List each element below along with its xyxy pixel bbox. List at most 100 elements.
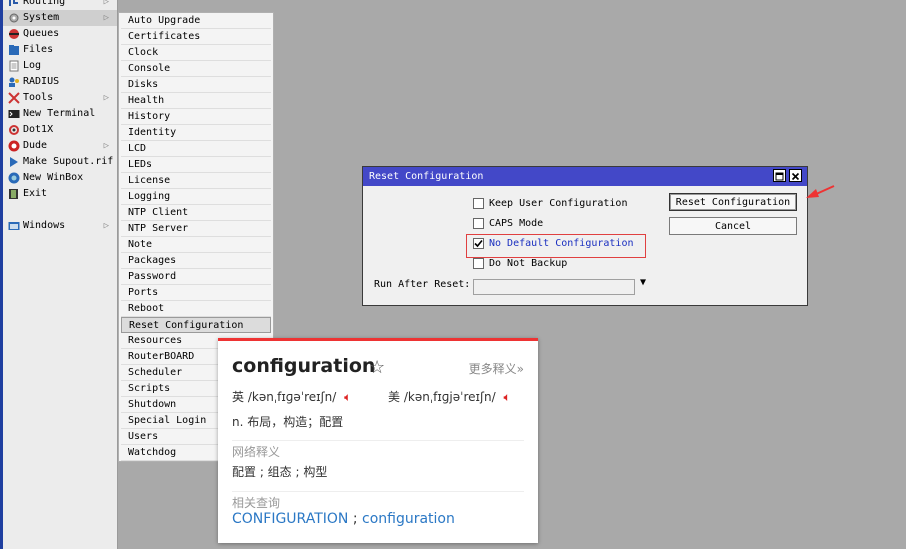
- submenu-item[interactable]: Password: [121, 269, 271, 285]
- submenu-item[interactable]: Disks: [121, 77, 271, 93]
- submenu-label: Packages: [128, 255, 177, 266]
- supout-icon: [10, 157, 18, 167]
- submenu-item[interactable]: Certificates: [121, 29, 271, 45]
- submenu-label: License: [128, 175, 171, 186]
- submenu-label: RouterBOARD: [128, 351, 195, 362]
- menu-item-new-winbox[interactable]: New WinBox: [3, 170, 117, 186]
- radius-icon: [9, 77, 19, 87]
- menu-item-exit[interactable]: Exit: [3, 186, 117, 202]
- menu-item-queues[interactable]: Queues: [3, 26, 117, 42]
- menu-item-files[interactable]: Files: [3, 42, 117, 58]
- menu-item-routing[interactable]: Routing ▷: [3, 0, 117, 10]
- submenu-arrow-icon: ▷: [103, 141, 109, 151]
- checkbox-box[interactable]: [473, 198, 484, 209]
- checkbox-label: Do Not Backup: [489, 258, 568, 269]
- submenu-item[interactable]: Identity: [121, 125, 271, 141]
- exit-icon: [9, 189, 18, 199]
- submenu-item[interactable]: Console: [121, 61, 271, 77]
- maximize-button[interactable]: [773, 169, 786, 182]
- submenu-item[interactable]: Packages: [121, 253, 271, 269]
- submenu-label: Identity: [128, 127, 177, 138]
- star-icon[interactable]: ☆: [369, 357, 385, 378]
- run-after-reset-field[interactable]: [473, 279, 635, 295]
- submenu-label: Shutdown: [128, 399, 177, 410]
- submenu-item[interactable]: Clock: [121, 45, 271, 61]
- tools-icon: [8, 92, 20, 104]
- submenu-label: Clock: [128, 47, 159, 58]
- dialog-titlebar[interactable]: Reset Configuration: [363, 167, 807, 186]
- menu-item-make-supout[interactable]: Make Supout.rif: [3, 154, 117, 170]
- menu-item-windows[interactable]: Windows ▷: [3, 218, 117, 234]
- us-label: 美: [388, 390, 401, 404]
- related-link[interactable]: CONFIGURATION: [232, 511, 348, 527]
- checkbox-label: No Default Configuration: [489, 238, 634, 249]
- related-link[interactable]: configuration: [362, 511, 455, 527]
- submenu-item[interactable]: Note: [121, 237, 271, 253]
- submenu-label: Certificates: [128, 31, 201, 42]
- menu-label: Routing: [23, 0, 66, 7]
- menu-item-log[interactable]: Log: [3, 58, 117, 74]
- related-links: CONFIGURATION ; configuration: [232, 511, 455, 527]
- checkbox-box[interactable]: [473, 238, 484, 249]
- menu-item-tools[interactable]: Tools ▷: [3, 90, 117, 106]
- submenu-label: Console: [128, 63, 171, 74]
- menu-item-radius[interactable]: RADIUS: [3, 74, 117, 90]
- submenu-label: NTP Server: [128, 223, 189, 234]
- submenu-label: Health: [128, 95, 165, 106]
- submenu-item[interactable]: Auto Upgrade: [121, 13, 271, 29]
- submenu-label: Scripts: [128, 383, 171, 394]
- speaker-icon[interactable]: 🔈︎: [344, 390, 351, 404]
- cancel-button[interactable]: Cancel: [669, 217, 797, 235]
- uk-pronunciation: 英 /kənˌfɪɡəˈreɪʃn/ 🔈︎: [232, 388, 351, 405]
- main-menu: Routing ▷ System ▷ Queues Files Log RADI…: [3, 0, 118, 549]
- reset-configuration-dialog: Reset Configuration Keep User Configurat…: [362, 166, 808, 306]
- dropdown-arrow-icon[interactable]: ▼: [640, 277, 646, 288]
- menu-item-dot1x[interactable]: Dot1X: [3, 122, 117, 138]
- submenu-arrow-icon: ▷: [103, 221, 109, 231]
- winbox-icon: [8, 172, 20, 184]
- submenu-item[interactable]: Logging: [121, 189, 271, 205]
- queues-icon: [9, 29, 19, 39]
- submenu-label: Reboot: [128, 303, 165, 314]
- system-icon: [9, 13, 19, 23]
- speaker-icon[interactable]: 🔈︎: [503, 390, 510, 404]
- checkbox-label: CAPS Mode: [489, 218, 544, 229]
- submenu-item[interactable]: History: [121, 109, 271, 125]
- submenu-label: Password: [128, 271, 177, 282]
- more-definitions-link[interactable]: 更多释义»: [469, 360, 524, 377]
- submenu-item[interactable]: LEDs: [121, 157, 271, 173]
- web-meaning: 配置 ; 组态 ; 构型: [232, 465, 328, 479]
- menu-item-dude[interactable]: Dude ▷: [3, 138, 117, 154]
- submenu-label: LCD: [128, 143, 147, 154]
- definition: n. 布局，构造；配置: [232, 415, 344, 429]
- submenu-item[interactable]: NTP Client: [121, 205, 271, 221]
- menu-item-new-terminal[interactable]: New Terminal: [3, 106, 117, 122]
- submenu-item[interactable]: Reboot: [121, 301, 271, 317]
- checkbox-box[interactable]: [473, 218, 484, 229]
- menu-label: Dude: [23, 140, 48, 151]
- submenu-label: Special Login: [128, 415, 207, 426]
- submenu-item-reset-configuration[interactable]: Reset Configuration: [121, 317, 271, 333]
- submenu-label: LEDs: [128, 159, 153, 170]
- popup-word: configuration: [232, 355, 376, 377]
- menu-label: System: [23, 12, 60, 23]
- submenu-label: Scheduler: [128, 367, 183, 378]
- submenu-item[interactable]: Ports: [121, 285, 271, 301]
- menu-label: Make Supout.rif: [23, 156, 114, 167]
- submenu-arrow-icon: ▷: [103, 0, 109, 7]
- checkbox-box[interactable]: [473, 258, 484, 269]
- submenu-item[interactable]: Health: [121, 93, 271, 109]
- menu-label: Windows: [23, 220, 66, 231]
- submenu-item[interactable]: NTP Server: [121, 221, 271, 237]
- submenu-item[interactable]: LCD: [121, 141, 271, 157]
- close-button[interactable]: [789, 169, 802, 182]
- submenu-label: History: [128, 111, 171, 122]
- submenu-item[interactable]: License: [121, 173, 271, 189]
- reset-configuration-button[interactable]: Reset Configuration: [669, 193, 797, 211]
- submenu-arrow-icon: ▷: [103, 93, 109, 103]
- submenu-label: Auto Upgrade: [128, 15, 201, 26]
- routing-icon: [9, 0, 18, 6]
- checkmark-icon: [474, 239, 483, 248]
- menu-item-system[interactable]: System ▷: [3, 10, 117, 26]
- submenu-label: Note: [128, 239, 153, 250]
